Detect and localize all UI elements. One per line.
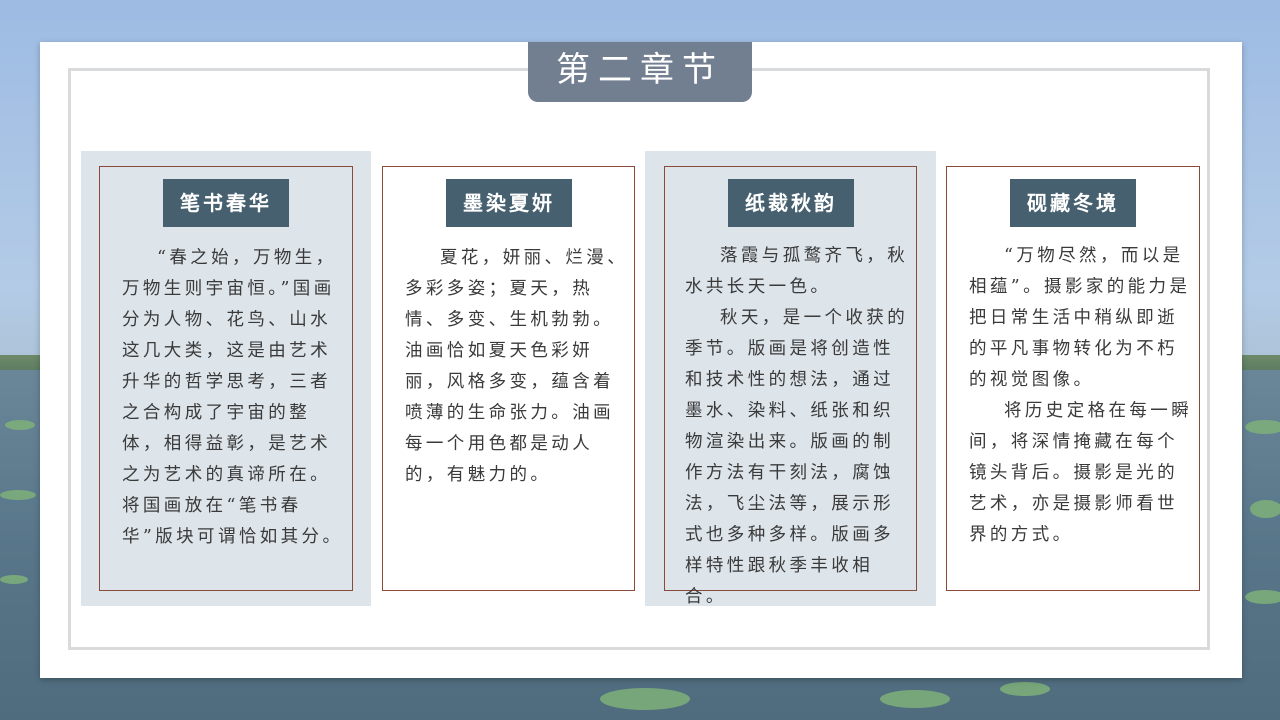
card-body: 落霞与孤鹜齐飞，秋水共长天一色。 秋天，是一个收获的季节。版画是将创造性和技术性… — [685, 241, 911, 613]
card-paragraph: 夏花，妍丽、烂漫、多彩多姿；夏天，热情、多变、生机勃勃。油画恰如夏天色彩妍丽，风… — [405, 248, 629, 485]
card-paragraph: 将历史定格在每一瞬间，将深情掩藏在每个镜头背后。摄影是光的艺术，亦是摄影师看世界… — [969, 401, 1193, 545]
card-summer: 墨染夏妍 夏花，妍丽、烂漫、多彩多姿；夏天，热情、多变、生机勃勃。油画恰如夏天色… — [382, 166, 635, 591]
card-title: 砚藏冬境 — [1010, 179, 1136, 227]
lily-pad — [0, 490, 36, 500]
card-autumn: 纸裁秋韵 落霞与孤鹜齐飞，秋水共长天一色。 秋天，是一个收获的季节。版画是将创造… — [664, 166, 917, 607]
lily-pad — [1000, 682, 1050, 696]
lily-pad — [0, 575, 28, 584]
lily-pad — [5, 420, 35, 430]
lily-pad — [1245, 420, 1280, 434]
card-title: 笔书春华 — [163, 179, 289, 227]
card-winter: 砚藏冬境 “万物尽然，而以是相蕴”。摄影家的能力是把日常生活中稍纵即逝的平凡事物… — [946, 166, 1200, 591]
lily-pad — [600, 688, 690, 710]
chapter-title: 第二章节 — [528, 42, 752, 102]
card-body: “万物尽然，而以是相蕴”。摄影家的能力是把日常生活中稍纵即逝的平凡事物转化为不朽… — [969, 241, 1195, 551]
lily-pad — [880, 690, 950, 708]
card-body: “春之始，万物生，万物生则宇宙恒。”国画分为人物、花鸟、山水这几大类，这是由艺术… — [122, 243, 346, 553]
card-title: 纸裁秋韵 — [728, 179, 854, 227]
card-body: 夏花，妍丽、烂漫、多彩多姿；夏天，热情、多变、生机勃勃。油画恰如夏天色彩妍丽，风… — [405, 243, 629, 491]
card-paragraph: 落霞与孤鹜齐飞，秋水共长天一色。 — [685, 246, 909, 297]
card-paragraph: “春之始，万物生，万物生则宇宙恒。”国画分为人物、花鸟、山水这几大类，这是由艺术… — [122, 248, 344, 547]
lily-pad — [1250, 500, 1280, 518]
card-title: 墨染夏妍 — [446, 179, 572, 227]
card-paragraph: 秋天，是一个收获的季节。版画是将创造性和技术性的想法，通过墨水、染料、纸张和织物… — [685, 308, 909, 607]
lily-pad — [1245, 590, 1280, 604]
card-paragraph: “万物尽然，而以是相蕴”。摄影家的能力是把日常生活中稍纵即逝的平凡事物转化为不朽… — [969, 246, 1191, 390]
card-spring: 笔书春华 “春之始，万物生，万物生则宇宙恒。”国画分为人物、花鸟、山水这几大类，… — [99, 166, 353, 591]
